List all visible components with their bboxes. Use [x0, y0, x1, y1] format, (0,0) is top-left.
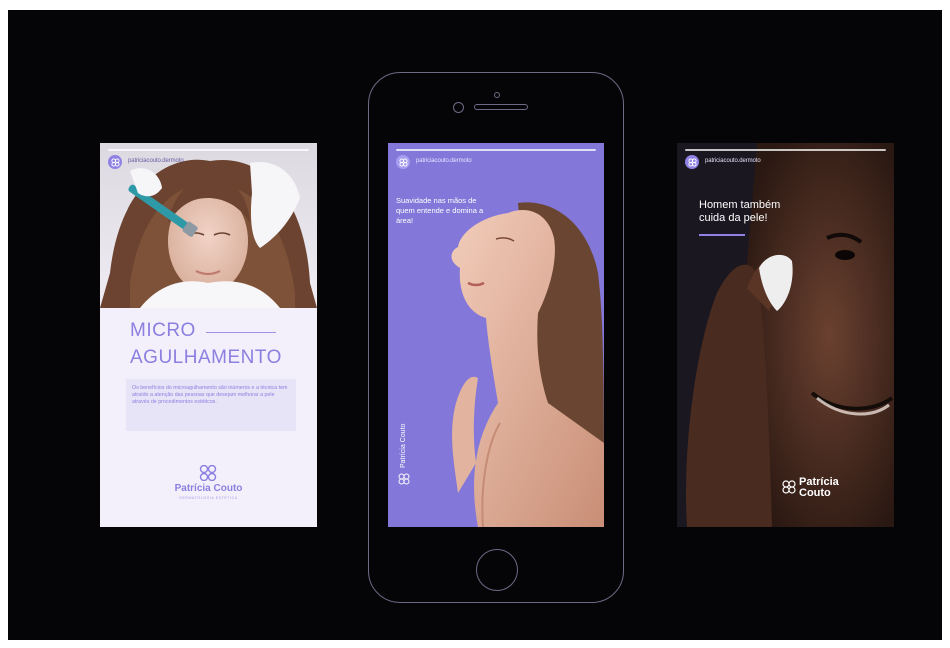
title-line-2: AGULHAMENTO	[130, 347, 282, 368]
headline-underline	[699, 234, 745, 236]
brand-logo-icon	[687, 157, 697, 167]
brand-name: Patrícia Couto	[174, 483, 243, 494]
description-box: Os benefícios do microagulhamento são in…	[126, 379, 296, 431]
brand-logo-icon	[398, 157, 408, 167]
story-card-homem: patriciacouto.dermoto Homem também cuida…	[677, 143, 894, 527]
story-card-suavidade: patriciacouto.dermoto Suavidade nas mãos…	[388, 143, 604, 527]
headline-text: Homem também cuida da pele!	[699, 199, 781, 224]
brand-name: Patrícia Couto	[799, 477, 839, 499]
story-progress-bar	[108, 149, 309, 151]
showcase-canvas: patriciacouto.dermoto MICRO AGULHAMENTO …	[8, 10, 942, 640]
story-card-microagulhamento: patriciacouto.dermoto MICRO AGULHAMENTO …	[100, 143, 317, 527]
treatment-photo	[100, 143, 317, 308]
profile-handle[interactable]: patriciacouto.dermoto	[416, 158, 472, 164]
profile-avatar[interactable]	[685, 155, 699, 169]
phone-home-button[interactable]	[476, 549, 518, 591]
story-progress-bar	[685, 149, 886, 151]
brand-logo-icon	[110, 157, 120, 167]
profile-avatar[interactable]	[108, 155, 122, 169]
story-progress-bar	[396, 149, 596, 151]
brand-logo-icon	[782, 480, 796, 494]
profile-handle[interactable]: patriciacouto.dermoto	[705, 158, 761, 164]
brand-subtitle: DERMATOLOGIA ESTÉTICA	[179, 496, 238, 500]
tagline-text: Suavidade nas mãos de quem entende e dom…	[396, 196, 484, 225]
title-divider	[206, 332, 276, 333]
phone-sensor	[494, 92, 500, 98]
brand-line-2: Couto	[799, 487, 831, 499]
profile-handle[interactable]: patriciacouto.dermoto	[128, 158, 184, 164]
brand-logo-icon	[398, 473, 410, 485]
profile-avatar[interactable]	[396, 155, 410, 169]
phone-speaker	[474, 104, 528, 110]
brand-logo-icon	[199, 465, 217, 481]
phone-camera	[453, 102, 464, 113]
brand-name-vertical: Patrícia Couto	[400, 423, 407, 468]
description-text: Os benefícios do microagulhamento são in…	[132, 385, 288, 405]
title-line-1: MICRO	[130, 320, 196, 341]
